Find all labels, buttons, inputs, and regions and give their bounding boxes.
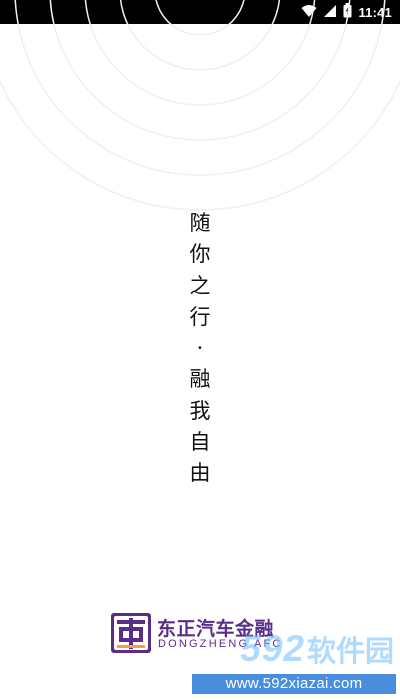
slogan-char: 我 [189, 398, 211, 423]
slogan-char: 自 [189, 430, 211, 455]
watermark: 592软件园 www.592xiazai.com [190, 628, 396, 694]
slogan-char: 你 [189, 242, 211, 267]
slogan-separator: · [196, 336, 204, 361]
dongzheng-logo-icon [111, 613, 151, 653]
slogan-char: 随 [189, 211, 211, 235]
slogan-char: 由 [189, 461, 211, 486]
slogan-char: 行 [189, 304, 211, 329]
decorative-rings [0, 0, 400, 211]
watermark-title: 592软件园 [240, 628, 394, 670]
slogan: 随 你 之 行 · 融 我 自 由 [178, 208, 222, 490]
watermark-number: 592 [240, 628, 305, 669]
watermark-url: www.592xiazai.com [192, 674, 396, 694]
watermark-name: 软件园 [306, 634, 394, 668]
slogan-char: 融 [189, 367, 211, 392]
slogan-char: 之 [189, 273, 211, 298]
